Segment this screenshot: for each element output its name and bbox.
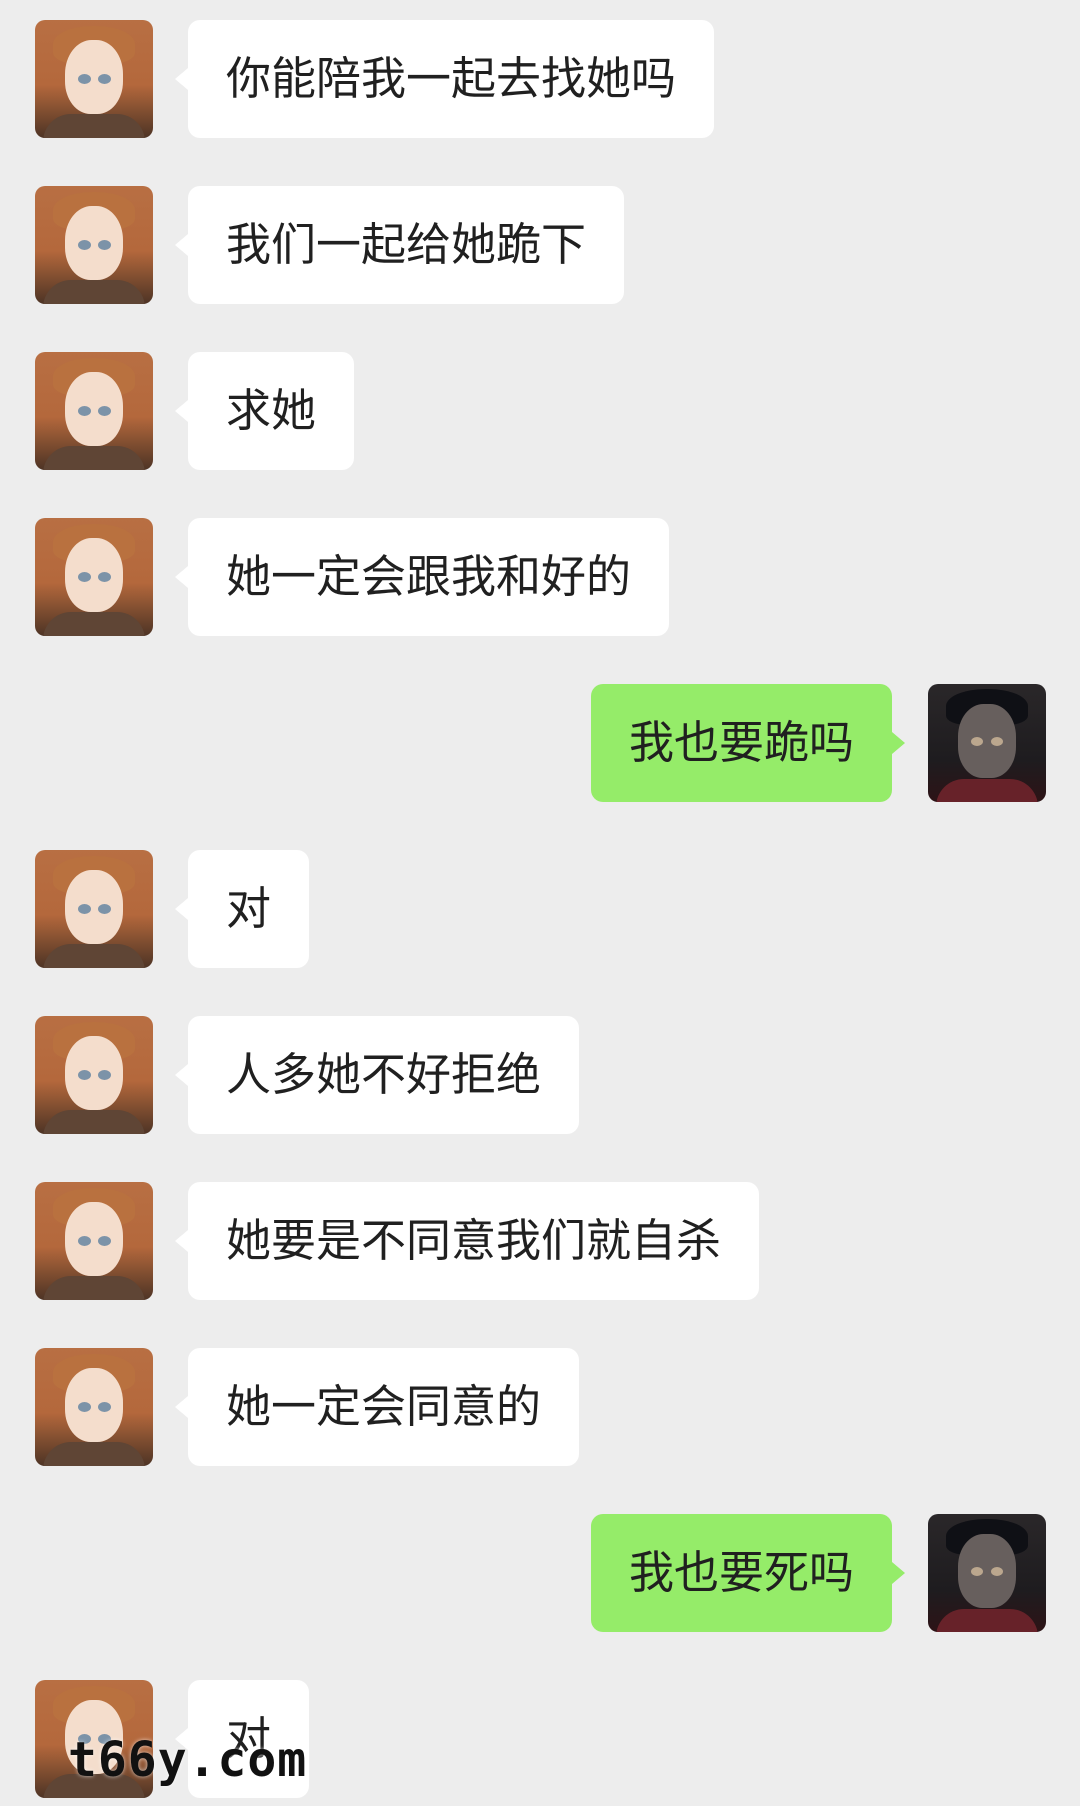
outgoing-message-bubble[interactable]: 我也要死吗: [590, 1514, 906, 1632]
incoming-message-bubble[interactable]: 她一定会同意的: [174, 1348, 580, 1466]
dark-haired-avatar[interactable]: [928, 1514, 1046, 1632]
avatar-face: [65, 1368, 123, 1442]
avatar-face: [958, 1534, 1016, 1608]
avatar-right-eye: [98, 74, 111, 84]
avatar-face: [65, 1202, 123, 1276]
avatar-face: [65, 538, 123, 612]
avatar-right-eye: [98, 406, 111, 416]
avatar-left-eye: [971, 1567, 983, 1576]
chat-message-row: 你能陪我一起去找她吗: [0, 20, 1080, 138]
chat-message-row: 她一定会同意的: [0, 1348, 1080, 1466]
chat-message-row: 她一定会跟我和好的: [0, 518, 1080, 636]
chat-message-row: 我也要跪吗: [0, 684, 1080, 802]
avatar-shoulders: [43, 1276, 145, 1300]
chat-message-list: 你能陪我一起去找她吗 我们一起给她跪下 求她 她一定会跟我和好的 我也要跪吗 对…: [0, 0, 1080, 1806]
avatar-shoulders: [43, 612, 145, 636]
avatar-face: [65, 870, 123, 944]
avatar-face: [65, 372, 123, 446]
dark-haired-avatar[interactable]: [928, 684, 1046, 802]
avatar-left-eye: [78, 74, 91, 84]
chat-message-row: 人多她不好拒绝: [0, 1016, 1080, 1134]
chat-message-row: 求她: [0, 352, 1080, 470]
incoming-message-bubble[interactable]: 我们一起给她跪下: [174, 186, 625, 304]
avatar-shoulders: [936, 779, 1038, 802]
avatar-right-eye: [98, 1236, 111, 1246]
avatar-left-eye: [78, 406, 91, 416]
avatar-left-eye: [78, 572, 91, 582]
chat-message-row: 对: [0, 850, 1080, 968]
incoming-message-bubble[interactable]: 对: [174, 850, 310, 968]
avatar-face: [65, 40, 123, 114]
avatar-right-eye: [98, 1402, 111, 1412]
avatar-shoulders: [43, 114, 145, 138]
outgoing-message-bubble[interactable]: 我也要跪吗: [590, 684, 906, 802]
incoming-message-bubble[interactable]: 她一定会跟我和好的: [174, 518, 670, 636]
avatar-right-eye: [98, 1070, 111, 1080]
ginger-haired-avatar[interactable]: [35, 1348, 153, 1466]
avatar-shoulders: [936, 1609, 1038, 1632]
avatar-shoulders: [43, 280, 145, 304]
avatar-right-eye: [98, 904, 111, 914]
ginger-haired-avatar[interactable]: [35, 186, 153, 304]
avatar-face: [65, 1036, 123, 1110]
avatar-shoulders: [43, 944, 145, 968]
chat-message-row: 我也要死吗: [0, 1514, 1080, 1632]
avatar-left-eye: [971, 737, 983, 746]
avatar-left-eye: [78, 904, 91, 914]
watermark-text: t66y.com: [68, 1732, 308, 1788]
avatar-left-eye: [78, 240, 91, 250]
avatar-right-eye: [991, 737, 1003, 746]
incoming-message-bubble[interactable]: 她要是不同意我们就自杀: [174, 1182, 760, 1300]
ginger-haired-avatar[interactable]: [35, 518, 153, 636]
incoming-message-bubble[interactable]: 求她: [174, 352, 355, 470]
chat-message-row: 她要是不同意我们就自杀: [0, 1182, 1080, 1300]
avatar-left-eye: [78, 1236, 91, 1246]
avatar-shoulders: [43, 1442, 145, 1466]
avatar-shoulders: [43, 446, 145, 470]
incoming-message-bubble[interactable]: 你能陪我一起去找她吗: [174, 20, 715, 138]
ginger-haired-avatar[interactable]: [35, 20, 153, 138]
avatar-shoulders: [43, 1110, 145, 1134]
avatar-right-eye: [991, 1567, 1003, 1576]
avatar-left-eye: [78, 1402, 91, 1412]
ginger-haired-avatar[interactable]: [35, 352, 153, 470]
chat-message-row: 我们一起给她跪下: [0, 186, 1080, 304]
incoming-message-bubble[interactable]: 人多她不好拒绝: [174, 1016, 580, 1134]
avatar-face: [65, 206, 123, 280]
avatar-right-eye: [98, 240, 111, 250]
avatar-face: [958, 704, 1016, 778]
ginger-haired-avatar[interactable]: [35, 850, 153, 968]
ginger-haired-avatar[interactable]: [35, 1182, 153, 1300]
avatar-left-eye: [78, 1070, 91, 1080]
ginger-haired-avatar[interactable]: [35, 1016, 153, 1134]
avatar-right-eye: [98, 572, 111, 582]
